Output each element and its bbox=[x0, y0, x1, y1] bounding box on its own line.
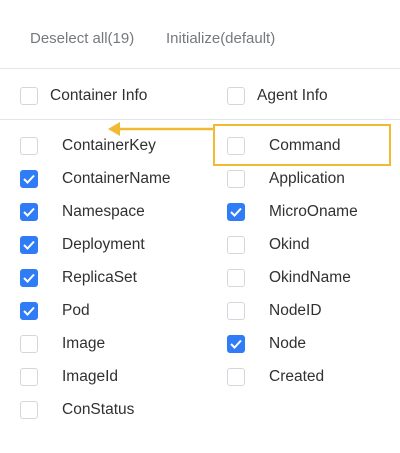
checkmark-icon bbox=[23, 306, 35, 316]
field-checkbox[interactable] bbox=[20, 170, 38, 188]
field-checkbox[interactable] bbox=[227, 203, 245, 221]
container-info-checkbox[interactable] bbox=[20, 87, 38, 105]
checkmark-icon bbox=[23, 207, 35, 217]
field-label: Pod bbox=[62, 302, 90, 319]
field-label: Deployment bbox=[62, 236, 145, 253]
field-checkbox[interactable] bbox=[227, 368, 245, 386]
field-checkbox[interactable] bbox=[20, 401, 38, 419]
field-checkbox[interactable] bbox=[20, 236, 38, 254]
field-checkbox[interactable] bbox=[227, 335, 245, 353]
field-checkbox[interactable] bbox=[227, 170, 245, 188]
field-checkbox[interactable] bbox=[20, 269, 38, 287]
checkmark-icon bbox=[23, 273, 35, 283]
initialize-default-button[interactable]: Initialize(default) bbox=[166, 30, 275, 47]
field-label: Okind bbox=[269, 236, 310, 253]
toolbar: Deselect all(19) Initialize(default) bbox=[0, 0, 400, 69]
checkmark-icon bbox=[230, 207, 242, 217]
field-checkbox[interactable] bbox=[227, 302, 245, 320]
field-checkbox[interactable] bbox=[20, 203, 38, 221]
container-info-label: Container Info bbox=[50, 87, 148, 104]
field-label: MicroOname bbox=[269, 203, 358, 220]
field-label: Created bbox=[269, 368, 325, 385]
field-checkbox[interactable] bbox=[227, 269, 245, 287]
field-checkbox[interactable] bbox=[20, 302, 38, 320]
field-label: Namespace bbox=[62, 203, 145, 220]
field-label: Image bbox=[62, 335, 106, 352]
field-checkbox[interactable] bbox=[20, 335, 38, 353]
checkmark-icon bbox=[23, 174, 35, 184]
column-header-row: Container Info Agent Info bbox=[0, 69, 400, 120]
field-checkbox[interactable] bbox=[20, 368, 38, 386]
field-label: ConStatus bbox=[62, 401, 135, 418]
agent-info-label: Agent Info bbox=[257, 87, 328, 104]
move-left-arrow-icon bbox=[108, 122, 213, 136]
command-highlight-box bbox=[213, 124, 391, 166]
checkmark-icon bbox=[230, 339, 242, 349]
agent-info-checkbox[interactable] bbox=[227, 87, 245, 105]
deselect-all-button[interactable]: Deselect all(19) bbox=[30, 30, 134, 47]
field-label: ImageId bbox=[62, 368, 119, 385]
field-label: OkindName bbox=[269, 269, 351, 286]
field-label: Node bbox=[269, 335, 307, 352]
field-label: ReplicaSet bbox=[62, 269, 137, 286]
field-checkbox[interactable] bbox=[227, 236, 245, 254]
field-label: ContainerName bbox=[62, 170, 171, 187]
checkmark-icon bbox=[23, 240, 35, 250]
field-label: NodeID bbox=[269, 302, 322, 319]
field-label: Application bbox=[269, 170, 345, 187]
field-checkbox[interactable] bbox=[20, 137, 38, 155]
